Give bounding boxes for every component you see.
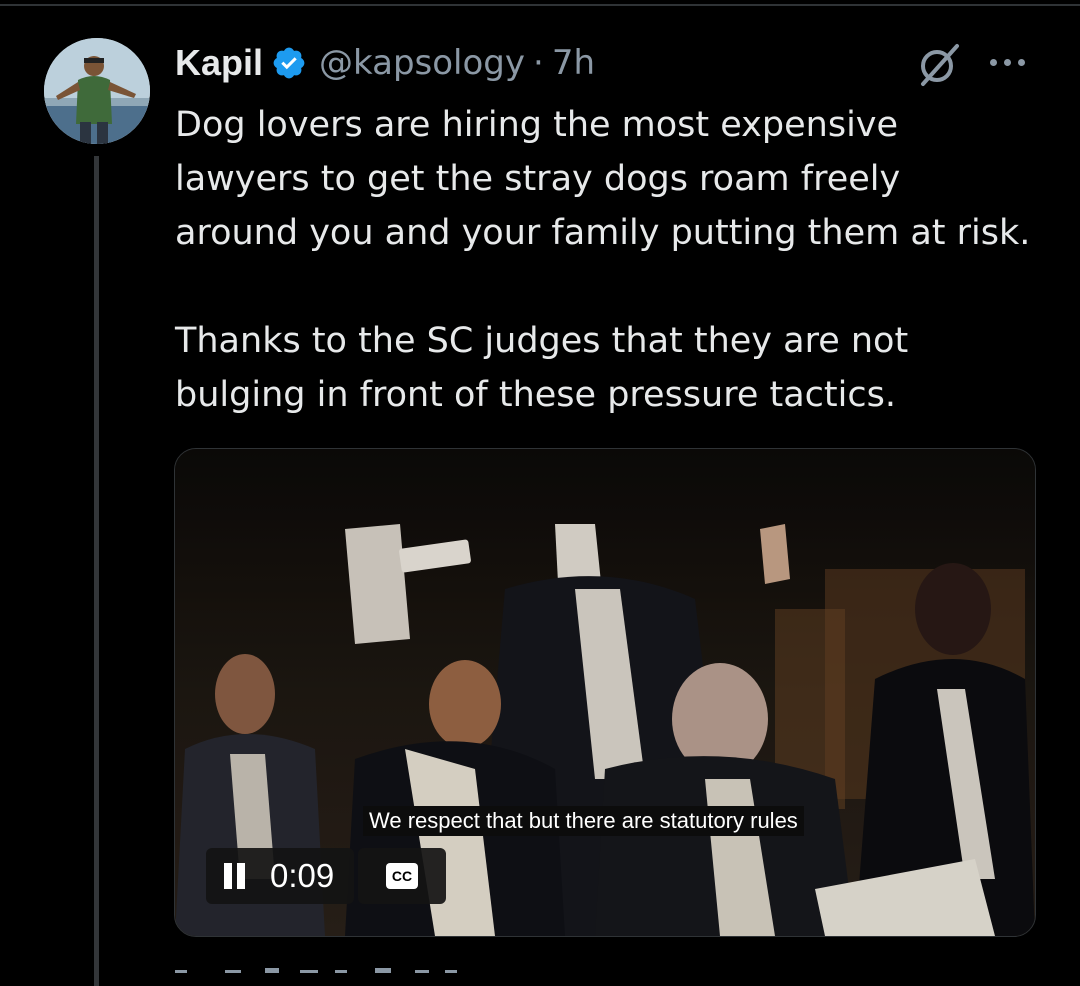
tweet-header: Kapil @kapsology · 7h [175,40,595,86]
author-name[interactable]: Kapil [175,42,263,84]
video-caption: We respect that but there are statutory … [363,806,804,836]
next-content-edge [175,962,475,973]
more-options-icon[interactable] [990,50,1034,74]
avatar-photo [44,38,150,144]
thread-line [94,156,99,986]
captions-icon: CC [386,863,418,889]
avatar[interactable] [44,38,150,144]
video-timecode: 0:09 [270,857,335,894]
verified-badge-icon[interactable] [271,45,307,81]
play-pause-control[interactable]: 0:09 [206,848,354,904]
pause-icon[interactable] [222,863,248,889]
top-divider [0,4,1080,6]
captions-button[interactable]: CC [358,848,446,904]
tweet-text: Dog lovers are hiring the most expensive… [175,105,1031,415]
separator-dot: · [533,43,544,83]
author-handle[interactable]: @kapsology [319,43,525,83]
timestamp[interactable]: 7h [552,43,595,83]
grok-icon[interactable] [915,40,963,88]
